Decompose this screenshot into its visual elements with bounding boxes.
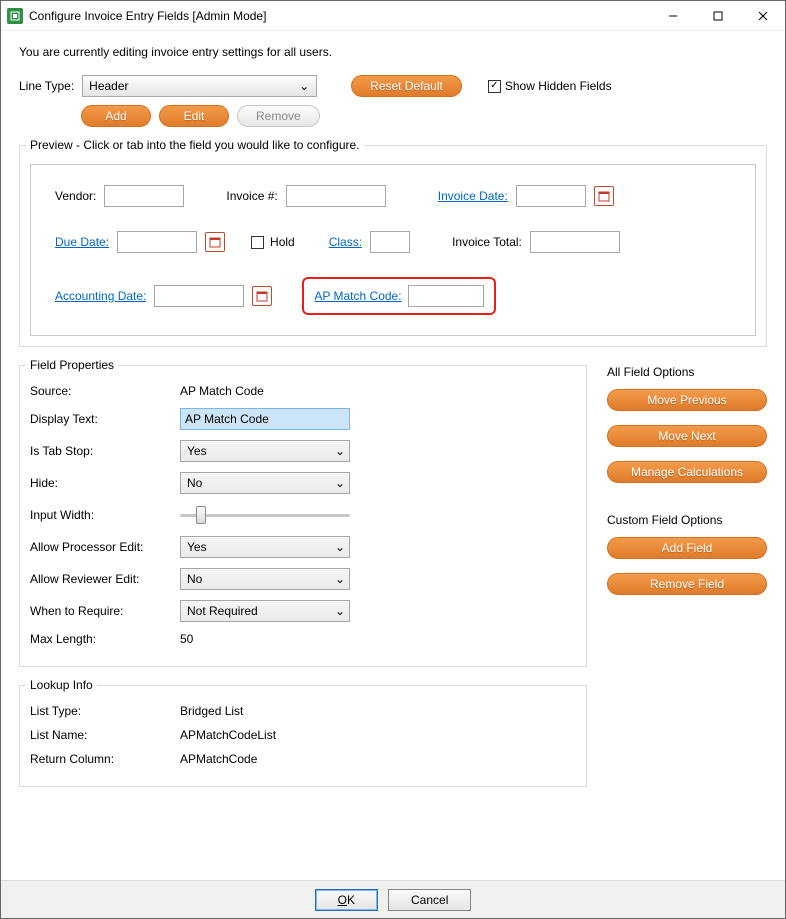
input-width-slider[interactable] (180, 504, 350, 526)
accounting-date-link[interactable]: Accounting Date: (55, 289, 146, 303)
due-date-picker-button[interactable] (205, 232, 225, 252)
source-label: Source: (30, 384, 180, 398)
vendor-input[interactable] (104, 185, 184, 207)
close-button[interactable] (740, 2, 785, 30)
hide-dropdown[interactable]: No⌄ (180, 472, 350, 494)
return-column-value: APMatchCode (180, 752, 257, 766)
class-input[interactable] (370, 231, 410, 253)
checkbox-checked-icon: ✓ (488, 80, 501, 93)
chevron-down-icon: ⌄ (335, 572, 345, 586)
ok-button[interactable]: OK (315, 889, 378, 911)
hide-label: Hide: (30, 476, 180, 490)
invoice-date-input[interactable] (516, 185, 586, 207)
preview-groupbox: Preview - Click or tab into the field yo… (19, 145, 767, 347)
allow-processor-dropdown[interactable]: Yes⌄ (180, 536, 350, 558)
display-text-input[interactable] (180, 408, 350, 430)
list-type-label: List Type: (30, 704, 180, 718)
allow-reviewer-dropdown[interactable]: No⌄ (180, 568, 350, 590)
invoice-date-link[interactable]: Invoice Date: (438, 189, 508, 203)
add-button[interactable]: Add (81, 105, 151, 127)
info-text: You are currently editing invoice entry … (19, 45, 767, 59)
return-column-label: Return Column: (30, 752, 180, 766)
show-hidden-label: Show Hidden Fields (505, 79, 612, 93)
when-to-require-label: When to Require: (30, 604, 180, 618)
move-next-button[interactable]: Move Next (607, 425, 767, 447)
hold-checkbox[interactable] (251, 236, 264, 249)
field-properties-title: Field Properties (26, 358, 118, 372)
field-properties-groupbox: Field Properties Source: AP Match Code D… (19, 365, 587, 667)
accounting-date-picker-button[interactable] (252, 286, 272, 306)
chevron-down-icon: ⌄ (296, 79, 312, 93)
titlebar: Configure Invoice Entry Fields [Admin Mo… (1, 1, 785, 31)
app-icon (7, 8, 23, 24)
chevron-down-icon: ⌄ (335, 476, 345, 490)
accounting-date-input[interactable] (154, 285, 244, 307)
ap-match-code-input[interactable] (408, 285, 484, 307)
hold-label: Hold (270, 235, 295, 249)
allow-processor-label: Allow Processor Edit: (30, 540, 180, 554)
line-type-combo[interactable]: Header ⌄ (82, 75, 317, 97)
selected-field-highlight: AP Match Code: (302, 277, 495, 315)
class-link[interactable]: Class: (329, 235, 362, 249)
allow-reviewer-label: Allow Reviewer Edit: (30, 572, 180, 586)
dialog-footer: OK Cancel (1, 880, 785, 918)
custom-field-options-title: Custom Field Options (607, 513, 767, 527)
edit-button[interactable]: Edit (159, 105, 229, 127)
list-type-value: Bridged List (180, 704, 243, 718)
add-field-button[interactable]: Add Field (607, 537, 767, 559)
lookup-info-title: Lookup Info (26, 678, 97, 692)
maximize-button[interactable] (695, 2, 740, 30)
due-date-link[interactable]: Due Date: (55, 235, 109, 249)
minimize-button[interactable] (650, 2, 695, 30)
remove-button: Remove (237, 105, 320, 127)
all-field-options-title: All Field Options (607, 365, 767, 379)
lookup-info-groupbox: Lookup Info List Type: Bridged List List… (19, 685, 587, 787)
input-width-label: Input Width: (30, 508, 180, 522)
line-type-label: Line Type: (19, 79, 74, 93)
vendor-label: Vendor: (55, 189, 96, 203)
chevron-down-icon: ⌄ (335, 444, 345, 458)
invoice-total-input[interactable] (530, 231, 620, 253)
is-tab-stop-dropdown[interactable]: Yes⌄ (180, 440, 350, 462)
chevron-down-icon: ⌄ (335, 540, 345, 554)
manage-calculations-button[interactable]: Manage Calculations (607, 461, 767, 483)
list-name-label: List Name: (30, 728, 180, 742)
chevron-down-icon: ⌄ (335, 604, 345, 618)
display-text-label: Display Text: (30, 412, 180, 426)
due-date-input[interactable] (117, 231, 197, 253)
remove-field-button[interactable]: Remove Field (607, 573, 767, 595)
is-tab-stop-label: Is Tab Stop: (30, 444, 180, 458)
max-length-label: Max Length: (30, 632, 180, 646)
cancel-button[interactable]: Cancel (388, 889, 471, 911)
show-hidden-checkbox[interactable]: ✓ Show Hidden Fields (488, 79, 612, 93)
reset-default-button[interactable]: Reset Default (351, 75, 462, 97)
invoice-total-label: Invoice Total: (452, 235, 522, 249)
line-type-value: Header (89, 79, 128, 93)
when-to-require-dropdown[interactable]: Not Required⌄ (180, 600, 350, 622)
preview-title: Preview - Click or tab into the field yo… (26, 138, 364, 152)
invoice-date-picker-button[interactable] (594, 186, 614, 206)
invoice-num-input[interactable] (286, 185, 386, 207)
source-value: AP Match Code (180, 384, 264, 398)
list-name-value: APMatchCodeList (180, 728, 276, 742)
max-length-value: 50 (180, 632, 193, 646)
preview-panel: Vendor: Invoice #: Invoice Date: Due Dat… (30, 164, 756, 336)
move-previous-button[interactable]: Move Previous (607, 389, 767, 411)
window-title: Configure Invoice Entry Fields [Admin Mo… (29, 9, 650, 23)
ap-match-code-link[interactable]: AP Match Code: (314, 289, 401, 303)
invoice-num-label: Invoice #: (226, 189, 277, 203)
